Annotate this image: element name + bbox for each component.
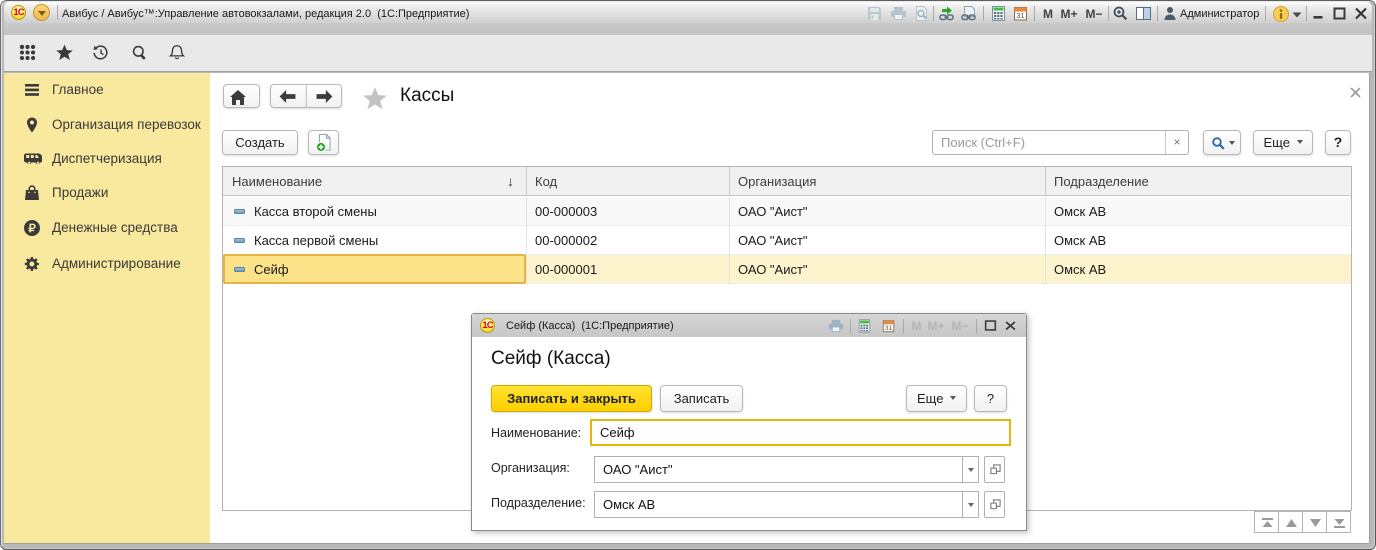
svg-text:31: 31	[1016, 11, 1024, 20]
svg-text:31: 31	[885, 325, 893, 332]
